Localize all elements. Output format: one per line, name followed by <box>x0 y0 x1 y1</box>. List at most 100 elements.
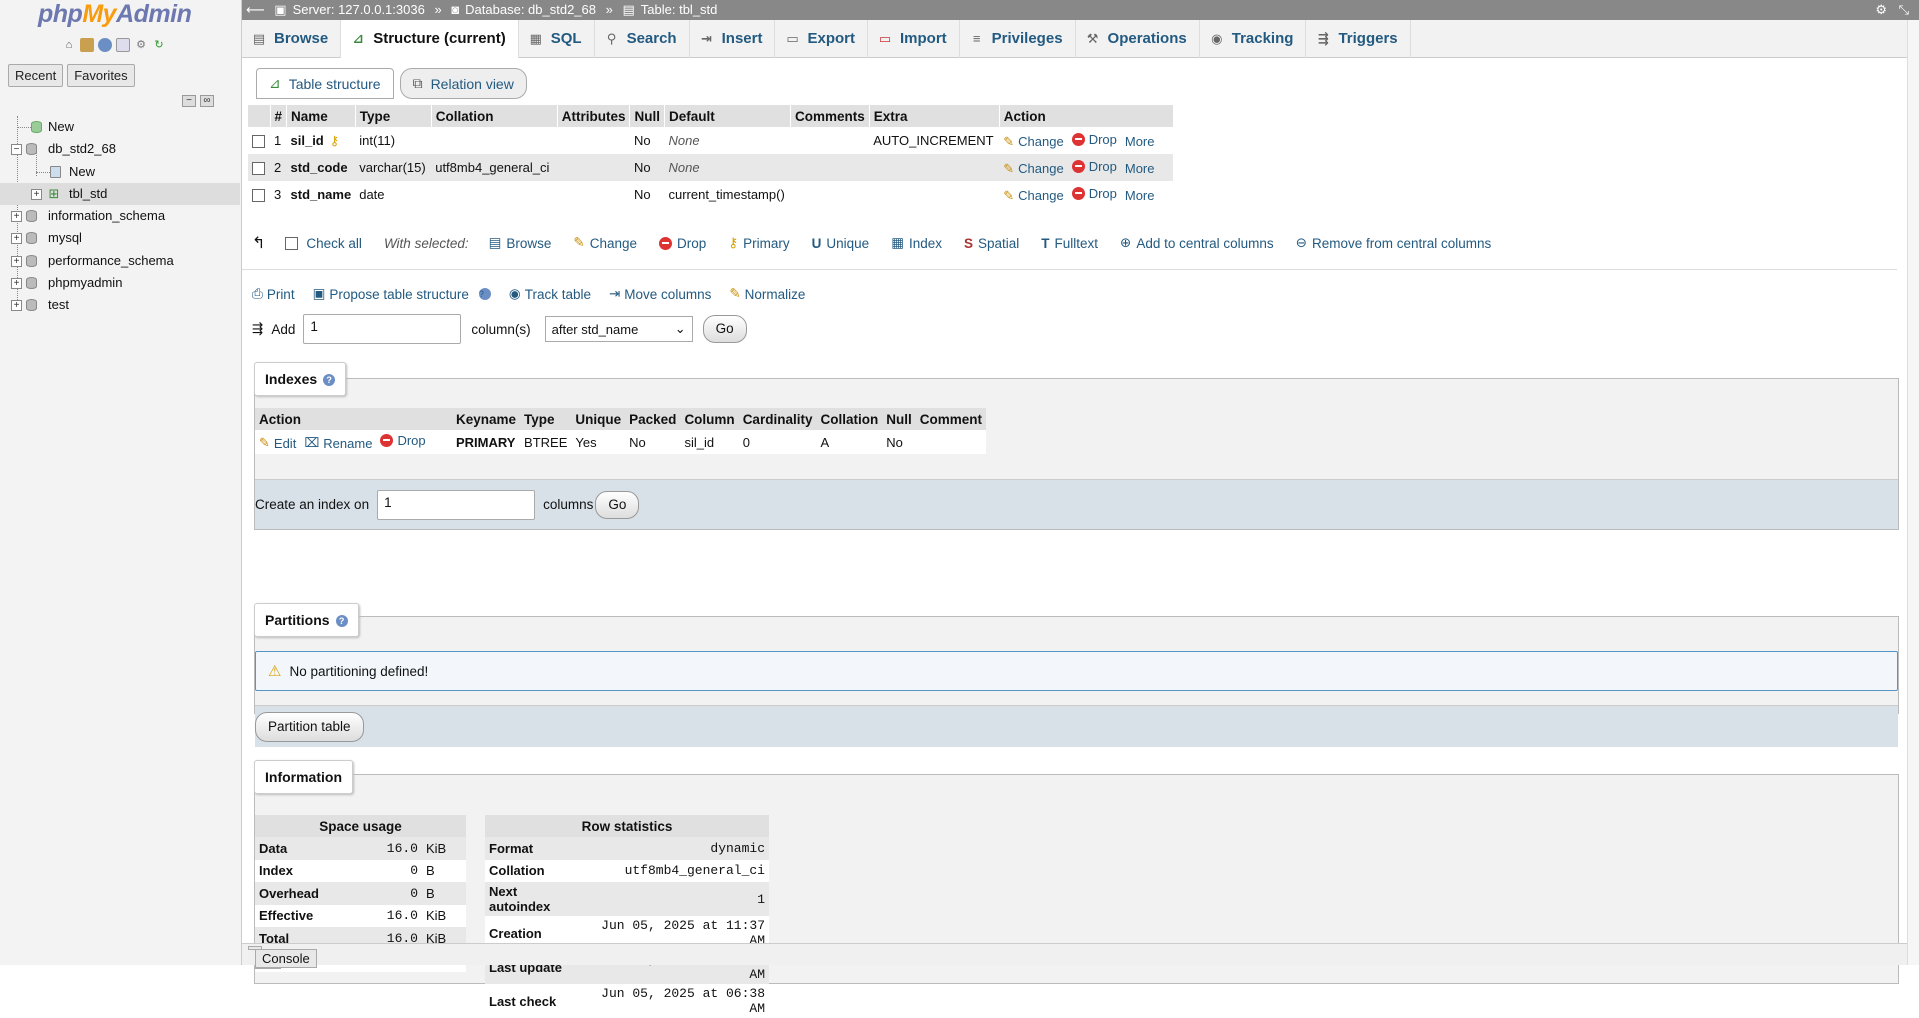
more-button[interactable]: More <box>1125 188 1155 203</box>
column-header[interactable]: Collation <box>431 105 558 127</box>
change-button[interactable]: ✎ Change <box>1003 134 1063 150</box>
tab-search[interactable]: ⚲ Search <box>595 20 690 58</box>
tree-item-tbl-std[interactable]: + ⊞ tbl_std <box>0 182 240 206</box>
column-header[interactable]: Attributes <box>557 105 631 127</box>
phpmyadmin-logo[interactable]: phpMyAdmin <box>38 0 192 29</box>
move-columns-link[interactable]: ⇥ Move columns <box>609 286 711 302</box>
tab-browse[interactable]: ▤ Browse <box>242 20 342 58</box>
tab-operations[interactable]: ⚒ Operations <box>1076 20 1200 58</box>
column-extra <box>869 154 1000 181</box>
drop-icon <box>380 434 394 447</box>
check-all-checkbox[interactable] <box>285 236 299 250</box>
tree-item-table-new[interactable]: New <box>0 161 240 183</box>
normalize-link[interactable]: ✎ Normalize <box>729 286 805 302</box>
back-icon[interactable]: ⟵ <box>246 2 265 17</box>
column-position-select[interactable]: after std_name ⌄ <box>544 316 693 342</box>
gear-icon[interactable]: ⚙ <box>1875 0 1887 20</box>
change-selected-button[interactable]: ✎ Change <box>573 235 637 251</box>
tree-item-mysql[interactable]: + mysql <box>0 227 240 249</box>
docs-icon[interactable] <box>116 38 130 52</box>
collapse-all-icon[interactable]: − <box>182 95 196 107</box>
column-header: Packed <box>625 408 681 430</box>
drop-index-button[interactable]: Drop <box>380 433 426 448</box>
table-structure-tab[interactable]: ⊿ Table structure <box>256 68 394 99</box>
more-button[interactable]: More <box>1125 161 1155 176</box>
drop-selected-button[interactable]: Drop <box>659 236 706 251</box>
change-button[interactable]: ✎ Change <box>1003 188 1063 204</box>
console-button[interactable]: ▭ Console <box>248 946 317 969</box>
logout-icon[interactable] <box>80 38 94 52</box>
help-icon[interactable]: ? <box>478 288 491 300</box>
add-columns-input[interactable]: 1 <box>303 314 462 344</box>
help-icon[interactable]: ? <box>323 374 336 387</box>
drop-button[interactable]: Drop <box>1071 132 1117 147</box>
add-central-columns-button[interactable]: ⊕ Add to central columns <box>1120 235 1274 251</box>
partition-table-button[interactable]: Partition table <box>255 712 364 742</box>
remove-central-columns-button[interactable]: ⊖ Remove from central columns <box>1296 235 1492 251</box>
column-header[interactable]: Comments <box>790 105 870 127</box>
check-all-label[interactable]: Check all <box>306 236 362 251</box>
propose-structure-link[interactable]: ▣ Propose table structure? <box>313 286 491 302</box>
relation-icon: ⧉ <box>412 75 423 91</box>
tab-export[interactable]: ▭ Export <box>775 20 868 58</box>
favorites-button[interactable]: Favorites <box>67 64 135 87</box>
tree-item-db-std2-68[interactable]: − db_std2_68 <box>0 138 240 160</box>
tree-item-performance-schema[interactable]: + performance_schema <box>0 250 240 272</box>
change-button[interactable]: ✎ Change <box>1003 161 1063 177</box>
help-icon[interactable] <box>98 38 112 52</box>
reload-icon[interactable]: ↻ <box>152 38 166 52</box>
column-header[interactable]: Default <box>664 105 791 127</box>
index-keyname: PRIMARY <box>452 430 521 454</box>
relation-view-tab[interactable]: ⧉ Relation view <box>399 68 527 99</box>
spatial-selected-button[interactable]: S Spatial <box>964 236 1019 251</box>
column-header[interactable]: Type <box>355 105 432 127</box>
tab-insert[interactable]: ⇥ Insert <box>690 20 776 58</box>
index-selected-button[interactable]: ▦ Index <box>891 235 942 251</box>
print-link[interactable]: ⎙ Print <box>252 286 295 302</box>
edit-index-button[interactable]: ✎ Edit <box>259 435 296 451</box>
recent-button[interactable]: Recent <box>8 64 64 87</box>
help-icon[interactable]: ? <box>335 615 348 628</box>
home-icon[interactable]: ⌂ <box>62 38 76 52</box>
tab-label: Insert <box>721 30 763 47</box>
tab-triggers[interactable]: ⇶ Triggers <box>1306 20 1411 58</box>
more-button[interactable]: More <box>1125 134 1155 149</box>
breadcrumb-database[interactable]: Database: db_std2_68 <box>465 2 596 17</box>
tab-privileges[interactable]: ≡ Privileges <box>960 20 1076 58</box>
column-header[interactable]: Extra <box>869 105 1000 127</box>
table-row: Collation utf8mb4_general_ci <box>485 859 769 882</box>
index-columns-input[interactable]: 1 <box>377 489 536 520</box>
drop-button[interactable]: Drop <box>1071 186 1117 201</box>
column-default: None <box>664 154 791 181</box>
row-checkbox[interactable] <box>252 162 265 176</box>
track-table-link[interactable]: ◉ Track table <box>509 286 591 302</box>
breadcrumb-table[interactable]: Table: tbl_std <box>641 2 718 17</box>
column-header[interactable]: Null <box>629 105 665 127</box>
breadcrumb-server[interactable]: Server: 127.0.0.1:3036 <box>293 2 425 17</box>
drop-button[interactable]: Drop <box>1071 159 1117 174</box>
add-go-button[interactable]: Go <box>702 315 747 343</box>
browse-selected-button[interactable]: ▤ Browse <box>489 235 552 251</box>
tab-tracking[interactable]: ◉ Tracking <box>1200 20 1307 58</box>
scrollbar[interactable] <box>1907 20 1919 965</box>
unique-selected-button[interactable]: U Unique <box>812 236 870 251</box>
settings-icon[interactable]: ⚙ <box>134 38 148 52</box>
fulltext-selected-button[interactable]: T Fulltext <box>1041 236 1098 251</box>
link-icon[interactable]: ∞ <box>200 95 214 107</box>
row-checkbox[interactable] <box>252 135 265 149</box>
row-checkbox[interactable] <box>252 189 265 203</box>
breadcrumb-separator: » <box>434 2 442 17</box>
tree-item-phpmyadmin[interactable]: + phpmyadmin <box>0 272 240 294</box>
tree-item-information-schema[interactable]: + information_schema <box>0 205 240 227</box>
primary-key-icon: ⚷ <box>329 132 340 148</box>
tree-item-test[interactable]: + test <box>0 294 240 316</box>
collapse-icon[interactable]: ⤡ <box>1899 0 1909 20</box>
tab-sql[interactable]: ▦ SQL <box>519 20 595 58</box>
rename-index-button[interactable]: ⌧ Rename <box>304 435 372 451</box>
create-index-go-button[interactable]: Go <box>595 490 640 519</box>
column-header[interactable]: Name <box>286 105 356 127</box>
primary-selected-button[interactable]: ⚷ Primary <box>728 235 789 251</box>
tab-structure[interactable]: ⊿ Structure (current) <box>341 20 519 58</box>
tab-import[interactable]: ▭ Import <box>868 20 960 58</box>
tree-item-new[interactable]: New <box>0 116 240 138</box>
